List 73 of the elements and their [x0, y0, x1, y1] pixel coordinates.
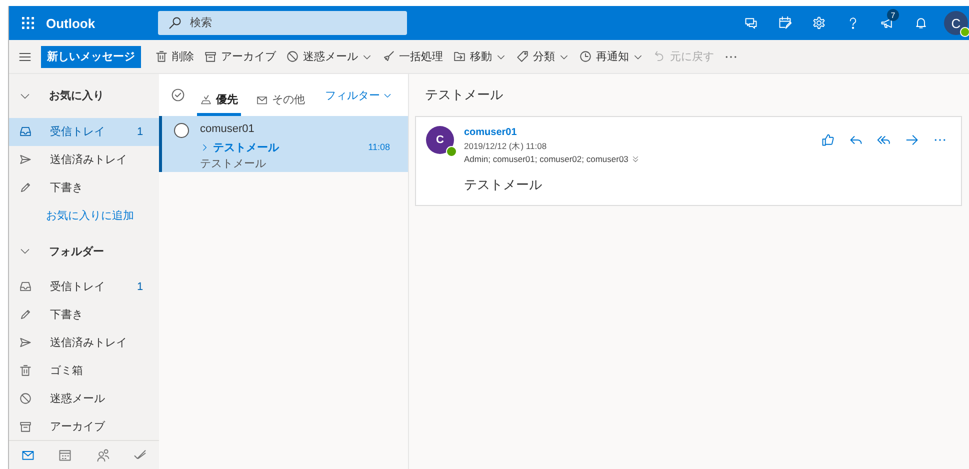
sender-name[interactable]: comuser01	[464, 125, 811, 140]
undo-icon	[653, 50, 666, 63]
toolbar-button[interactable]: 再通知	[579, 49, 643, 64]
forward-arrow-icon[interactable]	[905, 133, 919, 147]
search-field[interactable]: 検索	[158, 11, 407, 35]
toolbar-button[interactable]: 移動	[453, 49, 506, 64]
folder-item[interactable]: 送信済みトレイ	[9, 146, 159, 174]
sender-avatar: C	[426, 126, 454, 154]
trash-icon	[155, 50, 168, 63]
folder-item[interactable]: 下書き	[9, 300, 159, 329]
message-preview: テストメール	[200, 156, 267, 172]
calendar-icon[interactable]	[58, 448, 72, 462]
pencil-icon	[19, 180, 32, 194]
reading-subject: テストメール	[424, 86, 504, 104]
folder-item[interactable]: 下書き	[9, 174, 159, 202]
thumbs-up-icon[interactable]	[821, 133, 835, 147]
send-icon	[19, 153, 32, 166]
send-icon	[19, 336, 32, 350]
check-circle-icon[interactable]	[171, 88, 185, 102]
message-date: 2019/12/12 (木) 11:08	[464, 140, 548, 153]
folder-item[interactable]: 迷惑メール	[9, 384, 159, 412]
tag-icon	[516, 50, 529, 63]
chevron-right-icon	[200, 142, 209, 152]
chat-icon[interactable]	[744, 16, 758, 30]
settings-icon[interactable]	[812, 16, 826, 30]
tray-check-icon	[200, 94, 212, 106]
inbox-icon	[19, 280, 32, 294]
pencil-icon	[19, 308, 32, 322]
toolbar-button[interactable]: 迷惑メール	[286, 49, 372, 64]
new-message-button[interactable]: 新しいメッセージ	[41, 46, 141, 68]
message-time: 11:08	[368, 142, 390, 152]
app-launcher-icon[interactable]	[20, 15, 36, 31]
mail-icon[interactable]	[20, 448, 35, 462]
toolbar-button[interactable]: 削除	[155, 49, 194, 64]
bell-icon[interactable]	[914, 16, 928, 30]
select-radio[interactable]	[174, 123, 189, 138]
reply-icon[interactable]	[849, 133, 863, 147]
folder-item[interactable]: 受信トレイ 1	[9, 273, 159, 301]
sender-name: comuser01	[200, 123, 256, 137]
notification-badge: 7	[887, 9, 899, 21]
people-icon[interactable]	[96, 448, 110, 462]
message-item[interactable]: comuser01 テストメール 11:08 テストメール	[159, 116, 408, 172]
toolbar-button[interactable]: 一括処理	[382, 49, 443, 64]
app-name: Outlook	[46, 16, 96, 30]
block-icon	[19, 392, 32, 405]
archive-icon	[19, 420, 32, 433]
folder-item[interactable]: 送信済みトレイ	[9, 328, 159, 357]
account-avatar[interactable]: C	[944, 11, 968, 35]
trash-icon	[19, 364, 32, 377]
inbox-tab[interactable]: その他	[253, 86, 308, 116]
reply-all-icon[interactable]	[877, 133, 891, 147]
filter-button[interactable]: フィルター	[325, 88, 392, 102]
folder-item[interactable]: ゴミ箱	[9, 356, 159, 384]
folder-item[interactable]: アーカイブ	[9, 412, 159, 440]
inbox-icon	[19, 125, 32, 138]
section-header[interactable]: フォルダー	[9, 229, 159, 273]
add-favorite-link[interactable]: お気に入りに追加	[9, 201, 159, 230]
calendar-edit-icon[interactable]	[778, 16, 792, 30]
message-body: テストメール	[464, 176, 543, 194]
section-header[interactable]: お気に入り	[9, 74, 159, 118]
folder-arrow-icon	[453, 50, 466, 63]
mail-icon	[256, 94, 268, 106]
toolbar-button[interactable]: アーカイブ	[204, 49, 276, 64]
double-chevron-icon[interactable]	[631, 155, 640, 164]
block-icon	[286, 50, 299, 63]
clock-icon	[579, 50, 592, 63]
broom-icon	[382, 50, 395, 63]
toolbar-button[interactable]: 分類	[516, 49, 569, 64]
message-subject: テストメール	[213, 140, 279, 155]
folder-item[interactable]: 受信トレイ 1	[9, 118, 159, 146]
recipient-list: Admin; comuser01; comuser02; comuser03	[464, 153, 628, 166]
search-icon	[168, 16, 182, 30]
archive-icon	[204, 50, 217, 63]
